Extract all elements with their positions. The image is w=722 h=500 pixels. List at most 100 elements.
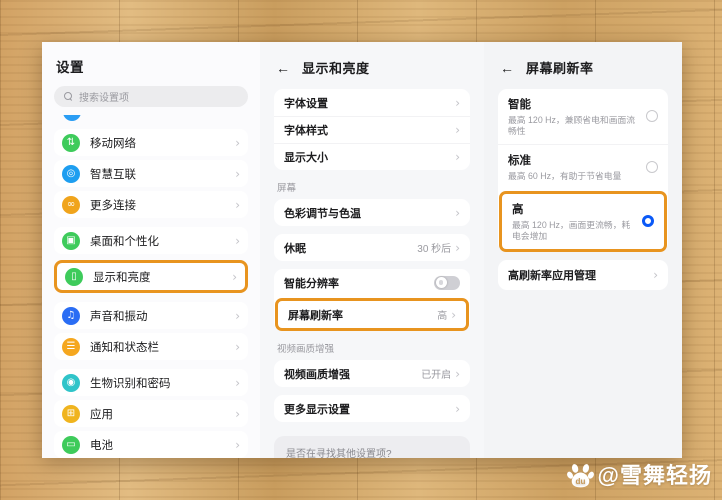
row-label: 智能分辨率 bbox=[284, 275, 339, 291]
option-description: 最高 120 Hz，画面更流畅，耗电会增加 bbox=[512, 220, 636, 242]
sidebar-item-sound-vibration[interactable]: ♫ 声音和振动 › bbox=[54, 302, 248, 329]
row-label: 屏幕刷新率 bbox=[288, 307, 343, 323]
chevron-right-icon: › bbox=[455, 402, 460, 416]
more-display-card: 更多显示设置 › bbox=[274, 395, 470, 422]
row-label: 高刷新率应用管理 bbox=[508, 267, 596, 283]
sidebar-item-biometrics-password[interactable]: ◉ 生物识别和密码 › bbox=[54, 369, 248, 396]
baidu-paw-icon: du bbox=[567, 461, 594, 488]
item-label: 电池 bbox=[90, 437, 113, 453]
item-label: 应用 bbox=[90, 406, 113, 422]
item-label: 声音和振动 bbox=[90, 308, 148, 324]
option-smart[interactable]: 智能 最高 120 Hz，兼顾省电和画面流畅性 bbox=[498, 89, 668, 144]
chevron-right-icon: › bbox=[235, 234, 240, 248]
page-title-refresh-rate: 屏幕刷新率 bbox=[526, 58, 594, 77]
apps-icon: ⊞ bbox=[62, 405, 80, 423]
video-enhance-card: 视频画质增强 已开启 › bbox=[274, 360, 470, 387]
chevron-right-icon: › bbox=[455, 123, 460, 137]
search-input[interactable]: 搜索设置项 bbox=[54, 86, 248, 107]
option-standard[interactable]: 标准 最高 60 Hz，有助于节省电量 bbox=[498, 144, 668, 189]
item-label: 显示和亮度 bbox=[93, 269, 151, 285]
sidebar-item-smart-interconnect[interactable]: ◎ 智慧互联 › bbox=[54, 160, 248, 187]
chevron-right-icon: › bbox=[455, 241, 460, 255]
row-high-refresh-app-management[interactable]: 高刷新率应用管理 › bbox=[498, 260, 668, 290]
chevron-right-icon: › bbox=[235, 309, 240, 323]
row-smart-resolution[interactable]: 智能分辨率 bbox=[274, 269, 470, 296]
notification-statusbar-icon: ☰ bbox=[62, 338, 80, 356]
sidebar-item-apps[interactable]: ⊞ 应用 › bbox=[54, 400, 248, 427]
chevron-right-icon: › bbox=[235, 198, 240, 212]
row-label: 视频画质增强 bbox=[284, 366, 350, 382]
row-display-size[interactable]: 显示大小 › bbox=[274, 143, 470, 170]
search-placeholder: 搜索设置项 bbox=[79, 89, 129, 104]
chevron-right-icon: › bbox=[455, 96, 460, 110]
row-label: 色彩调节与色温 bbox=[284, 205, 361, 221]
resolution-refresh-card: 智能分辨率 屏幕刷新率 高 › bbox=[274, 269, 470, 331]
watermark-text: @雪舞轻扬 bbox=[598, 458, 712, 490]
clipped-item-icon bbox=[63, 115, 81, 121]
radio-selected-icon[interactable] bbox=[642, 215, 654, 227]
sleep-card: 休眠 30 秒后 › bbox=[274, 234, 470, 261]
page-title-settings: 设置 bbox=[56, 56, 246, 76]
smart-resolution-toggle[interactable] bbox=[434, 276, 460, 290]
row-more-display-settings[interactable]: 更多显示设置 › bbox=[274, 395, 470, 422]
wood-desktop-background: 设置 搜索设置项 ⇅ 移动网络 › ◎ 智慧互联 › ∞ 更多连接 › bbox=[0, 0, 722, 500]
radio-unselected-icon[interactable] bbox=[646, 161, 658, 173]
settings-app-window: 设置 搜索设置项 ⇅ 移动网络 › ◎ 智慧互联 › ∞ 更多连接 › bbox=[42, 42, 682, 458]
chevron-right-icon: › bbox=[235, 376, 240, 390]
scrolled-list-clip bbox=[54, 115, 248, 127]
chevron-right-icon: › bbox=[235, 167, 240, 181]
row-label: 字体样式 bbox=[284, 122, 328, 138]
pane-header: ← 屏幕刷新率 bbox=[500, 58, 666, 77]
row-sleep[interactable]: 休眠 30 秒后 › bbox=[274, 234, 470, 261]
related-settings-card: 是否在寻找其他设置项? 简易模式 熄屏显示 bbox=[274, 436, 470, 458]
radio-unselected-icon[interactable] bbox=[646, 110, 658, 122]
sidebar-item-notification-statusbar[interactable]: ☰ 通知和状态栏 › bbox=[54, 333, 248, 360]
refresh-rate-value: 高 bbox=[437, 307, 447, 322]
sidebar-item-mobile-network[interactable]: ⇅ 移动网络 › bbox=[54, 129, 248, 156]
row-label: 休眠 bbox=[284, 240, 306, 256]
sidebar-item-display-brightness[interactable]: ▯ 显示和亮度 › bbox=[54, 260, 248, 293]
biometrics-password-icon: ◉ bbox=[62, 374, 80, 392]
row-screen-refresh-rate[interactable]: 屏幕刷新率 高 › bbox=[275, 298, 469, 331]
section-label-video-enhance: 视频画质增强 bbox=[277, 341, 467, 355]
settings-root-pane: 设置 搜索设置项 ⇅ 移动网络 › ◎ 智慧互联 › ∞ 更多连接 › bbox=[42, 42, 260, 458]
item-label: 通知和状态栏 bbox=[90, 339, 159, 355]
toggle-knob bbox=[436, 277, 447, 288]
row-label: 显示大小 bbox=[284, 149, 328, 165]
row-video-enhance[interactable]: 视频画质增强 已开启 › bbox=[274, 360, 470, 387]
smart-interconnect-icon: ◎ bbox=[62, 165, 80, 183]
battery-icon: ▭ bbox=[62, 436, 80, 454]
option-label: 标准 bbox=[508, 152, 640, 168]
option-high[interactable]: 高 最高 120 Hz，画面更流畅，耗电会增加 bbox=[499, 191, 667, 252]
chevron-right-icon: › bbox=[235, 340, 240, 354]
chevron-right-icon: › bbox=[235, 136, 240, 150]
option-label: 智能 bbox=[508, 96, 640, 112]
desktop-personalization-icon: ▣ bbox=[62, 232, 80, 250]
sound-vibration-icon: ♫ bbox=[62, 307, 80, 325]
row-color-adjustment[interactable]: 色彩调节与色温 › bbox=[274, 199, 470, 226]
item-label: 智慧互联 bbox=[90, 166, 136, 182]
more-connections-icon: ∞ bbox=[62, 196, 80, 214]
back-arrow-icon[interactable]: ← bbox=[500, 61, 514, 75]
row-font-style[interactable]: 字体样式 › bbox=[274, 116, 470, 143]
row-label: 更多显示设置 bbox=[284, 401, 350, 417]
option-description: 最高 120 Hz，兼顾省电和画面流畅性 bbox=[508, 115, 640, 137]
chevron-right-icon: › bbox=[455, 206, 460, 220]
app-management-card: 高刷新率应用管理 › bbox=[498, 260, 668, 290]
option-label: 高 bbox=[512, 201, 636, 217]
refresh-rate-options-card: 智能 最高 120 Hz，兼顾省电和画面流畅性 标准 最高 60 Hz，有助于节… bbox=[498, 89, 668, 252]
item-label: 生物识别和密码 bbox=[90, 375, 171, 391]
sidebar-item-more-connections[interactable]: ∞ 更多连接 › bbox=[54, 191, 248, 218]
item-label: 更多连接 bbox=[90, 197, 136, 213]
chevron-right-icon: › bbox=[455, 150, 460, 164]
section-label-screen: 屏幕 bbox=[277, 180, 467, 194]
watermark: du @雪舞轻扬 bbox=[567, 458, 712, 490]
sidebar-item-battery[interactable]: ▭ 电池 › bbox=[54, 431, 248, 458]
row-font-settings[interactable]: 字体设置 › bbox=[274, 89, 470, 116]
sleep-value: 30 秒后 bbox=[417, 240, 451, 255]
sidebar-item-desktop-personalization[interactable]: ▣ 桌面和个性化 › bbox=[54, 227, 248, 254]
back-arrow-icon[interactable]: ← bbox=[276, 61, 290, 75]
mobile-network-icon: ⇅ bbox=[62, 134, 80, 152]
refresh-rate-pane: ← 屏幕刷新率 智能 最高 120 Hz，兼顾省电和画面流畅性 标准 最高 60… bbox=[484, 42, 682, 458]
color-temp-card: 色彩调节与色温 › bbox=[274, 199, 470, 226]
